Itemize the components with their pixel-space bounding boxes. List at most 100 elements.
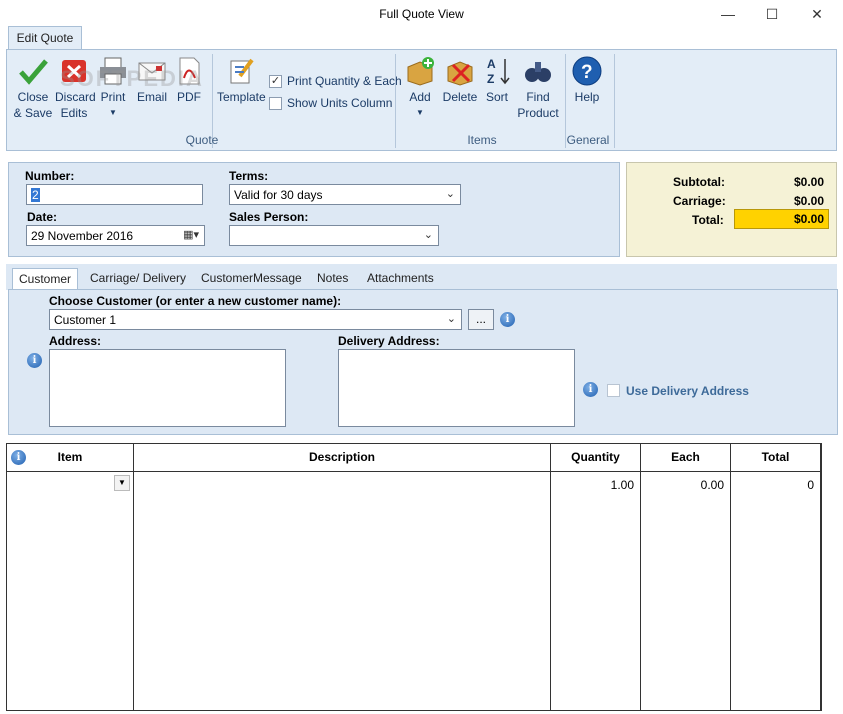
column-header-total[interactable]: Total: [731, 444, 821, 472]
number-value: 2: [31, 188, 40, 202]
print-quantity-checkbox[interactable]: ✓ Print Quantity & Each: [269, 74, 402, 88]
item-column: ▼: [7, 472, 134, 710]
quote-header-panel: Number: 2 Date: 29 November 2016 ▦▾ Terms…: [8, 162, 620, 257]
print-quantity-check-icon[interactable]: ✓: [269, 74, 282, 88]
template-button[interactable]: Template: [217, 56, 266, 105]
use-delivery-label: Use Delivery Address: [626, 384, 749, 398]
find-product-button[interactable]: Find Product: [515, 56, 561, 121]
print-quantity-label: Print Quantity & Each: [287, 74, 402, 88]
column-header-quantity[interactable]: Quantity: [551, 444, 641, 472]
add-label: Add: [409, 90, 431, 104]
subtotal-label: Subtotal:: [673, 175, 725, 189]
binoculars-icon: [523, 56, 553, 86]
info-icon[interactable]: i: [500, 312, 515, 327]
maximize-button[interactable]: ☐: [755, 2, 789, 26]
sort-button[interactable]: AZ Sort: [483, 56, 511, 105]
discard-label: Discard Edits: [55, 90, 96, 120]
browse-customer-button[interactable]: ...: [468, 309, 494, 330]
checkmark-icon: [18, 56, 48, 86]
quantity-column: 1.00: [551, 472, 641, 710]
delete-item-button[interactable]: Delete: [441, 56, 479, 105]
chevron-down-icon: ⌄: [423, 229, 433, 241]
terms-select[interactable]: Valid for 30 days ⌄: [229, 184, 461, 205]
minimize-button[interactable]: —: [711, 2, 745, 26]
delivery-address-textarea[interactable]: [338, 349, 575, 427]
add-box-icon: [405, 56, 435, 86]
terms-value: Valid for 30 days: [234, 188, 323, 202]
use-delivery-checkbox[interactable]: [607, 384, 620, 397]
template-label: Template: [217, 90, 266, 104]
column-header-description[interactable]: Description: [134, 444, 551, 472]
quantity-cell[interactable]: 1.00: [611, 478, 634, 492]
email-button[interactable]: Email: [135, 56, 169, 105]
number-label: Number:: [25, 169, 75, 183]
number-input[interactable]: 2: [26, 184, 203, 205]
tab-notes[interactable]: Notes: [311, 268, 354, 290]
sort-label: Sort: [485, 90, 508, 104]
column-header-item[interactable]: i Item: [7, 444, 134, 472]
tab-edit-quote[interactable]: Edit Quote: [8, 26, 82, 50]
svg-text:Z: Z: [487, 72, 494, 86]
items-grid: i Item Description Quantity Each Total ▼…: [6, 443, 822, 711]
print-button[interactable]: Print ▼: [97, 56, 129, 121]
info-icon[interactable]: i: [11, 450, 26, 465]
print-dropdown-icon[interactable]: ▼: [97, 105, 129, 121]
address-textarea[interactable]: [49, 349, 286, 427]
customer-combobox[interactable]: Customer 1 ⌄: [49, 309, 462, 330]
terms-label: Terms:: [229, 169, 269, 183]
date-value: 29 November 2016: [31, 229, 134, 243]
add-item-button[interactable]: Add ▼: [403, 56, 437, 121]
close-window-button[interactable]: ✕: [800, 2, 834, 26]
customer-value: Customer 1: [54, 313, 117, 327]
tab-attachments[interactable]: Attachments: [361, 268, 440, 290]
each-cell[interactable]: 0.00: [701, 478, 724, 492]
subtotal-value: $0.00: [793, 175, 824, 189]
delivery-address-label: Delivery Address:: [338, 334, 440, 348]
each-column: 0.00: [641, 472, 731, 710]
svg-text:A: A: [487, 57, 496, 71]
customer-panel: Choose Customer (or enter a new customer…: [8, 289, 838, 435]
salesperson-select[interactable]: ⌄: [229, 225, 439, 246]
total-column: 0: [731, 472, 821, 710]
choose-customer-label: Choose Customer (or enter a new customer…: [49, 294, 342, 308]
tab-customer-message[interactable]: CustomerMessage: [195, 268, 308, 290]
template-icon: [226, 56, 256, 86]
info-icon[interactable]: i: [583, 382, 598, 397]
help-icon: ?: [572, 56, 602, 86]
chevron-down-icon: ⌄: [446, 313, 456, 325]
date-label: Date:: [27, 210, 58, 224]
discard-icon: [59, 56, 89, 86]
carriage-label: Carriage:: [673, 194, 726, 208]
ribbon-separator: [614, 54, 615, 148]
printer-icon: [98, 56, 128, 86]
delete-label: Delete: [442, 90, 478, 104]
close-save-label: Close & Save: [13, 90, 53, 120]
tab-carriage-delivery[interactable]: Carriage/ Delivery: [84, 268, 192, 290]
title-bar: Full Quote View — ☐ ✕: [0, 0, 843, 28]
ribbon-separator: [395, 54, 396, 148]
total-cell[interactable]: 0: [807, 478, 814, 492]
find-label: Find Product: [517, 90, 559, 120]
group-general-label: General: [566, 133, 610, 147]
svg-text:?: ?: [581, 62, 593, 83]
tab-customer[interactable]: Customer: [12, 268, 79, 290]
help-button[interactable]: ? Help: [569, 56, 605, 105]
totals-panel: Subtotal: $0.00 Carriage: $0.00 Total: $…: [626, 162, 837, 257]
salesperson-label: Sales Person:: [229, 210, 309, 224]
item-header-label: Item: [57, 450, 83, 464]
close-save-button[interactable]: Close & Save: [13, 56, 53, 121]
show-units-box[interactable]: [269, 96, 282, 110]
chevron-down-icon: ⌄: [445, 188, 455, 200]
group-items-label: Items: [467, 133, 497, 147]
date-picker[interactable]: 29 November 2016 ▦▾: [26, 225, 205, 246]
info-icon[interactable]: i: [27, 353, 42, 368]
calendar-dropdown-icon[interactable]: ▦▾: [183, 228, 199, 241]
pdf-button[interactable]: PDF: [173, 56, 205, 105]
column-header-each[interactable]: Each: [641, 444, 731, 472]
pdf-icon: [174, 56, 204, 86]
show-units-checkbox[interactable]: Show Units Column: [269, 96, 392, 110]
add-dropdown-icon[interactable]: ▼: [403, 105, 437, 121]
discard-edits-button[interactable]: Discard Edits: [55, 56, 96, 121]
email-label: Email: [136, 90, 167, 104]
item-dropdown-icon[interactable]: ▼: [114, 475, 130, 491]
